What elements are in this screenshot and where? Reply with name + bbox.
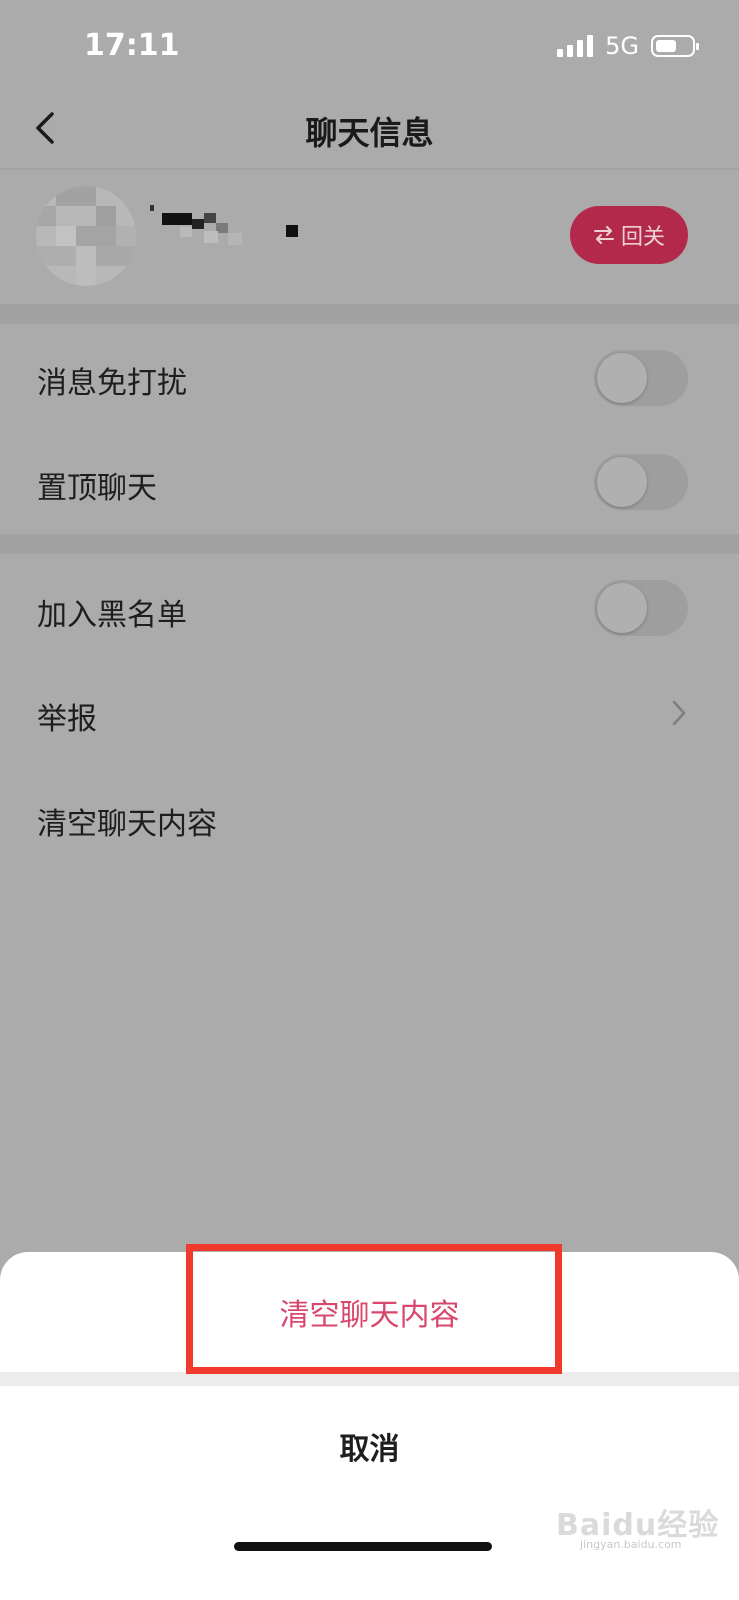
section-gap bbox=[0, 304, 739, 324]
pin-chat-toggle[interactable] bbox=[594, 454, 688, 510]
battery-icon bbox=[651, 35, 699, 57]
status-indicators: 5G bbox=[557, 32, 699, 60]
home-indicator[interactable] bbox=[234, 1542, 492, 1551]
status-time: 17:11 bbox=[84, 28, 180, 63]
network-type: 5G bbox=[605, 32, 639, 60]
sheet-divider bbox=[0, 1372, 739, 1386]
blacklist-toggle[interactable] bbox=[594, 580, 688, 636]
report-label[interactable]: 举报 bbox=[37, 694, 97, 738]
avatar[interactable] bbox=[36, 186, 136, 286]
signal-icon bbox=[557, 35, 594, 57]
pin-chat-label: 置顶聊天 bbox=[37, 471, 157, 506]
mute-toggle[interactable] bbox=[594, 350, 688, 406]
section-gap bbox=[0, 534, 739, 554]
follow-back-button[interactable]: 回关 bbox=[570, 206, 688, 264]
mute-label: 消息免打扰 bbox=[37, 366, 187, 401]
cancel-button[interactable]: 取消 bbox=[0, 1386, 739, 1506]
watermark-url: jingyan.baidu.com bbox=[580, 1538, 682, 1551]
follow-back-label: 回关 bbox=[620, 225, 665, 250]
page-title: 聊天信息 bbox=[305, 114, 434, 152]
username-pixelated bbox=[150, 205, 298, 245]
swap-arrows-icon bbox=[593, 226, 614, 244]
header-divider bbox=[0, 168, 739, 170]
blacklist-label: 加入黑名单 bbox=[37, 598, 187, 633]
clear-chat-label[interactable]: 清空聊天内容 bbox=[37, 799, 217, 843]
highlight-annotation bbox=[186, 1244, 562, 1374]
chevron-right-icon[interactable] bbox=[668, 698, 690, 728]
